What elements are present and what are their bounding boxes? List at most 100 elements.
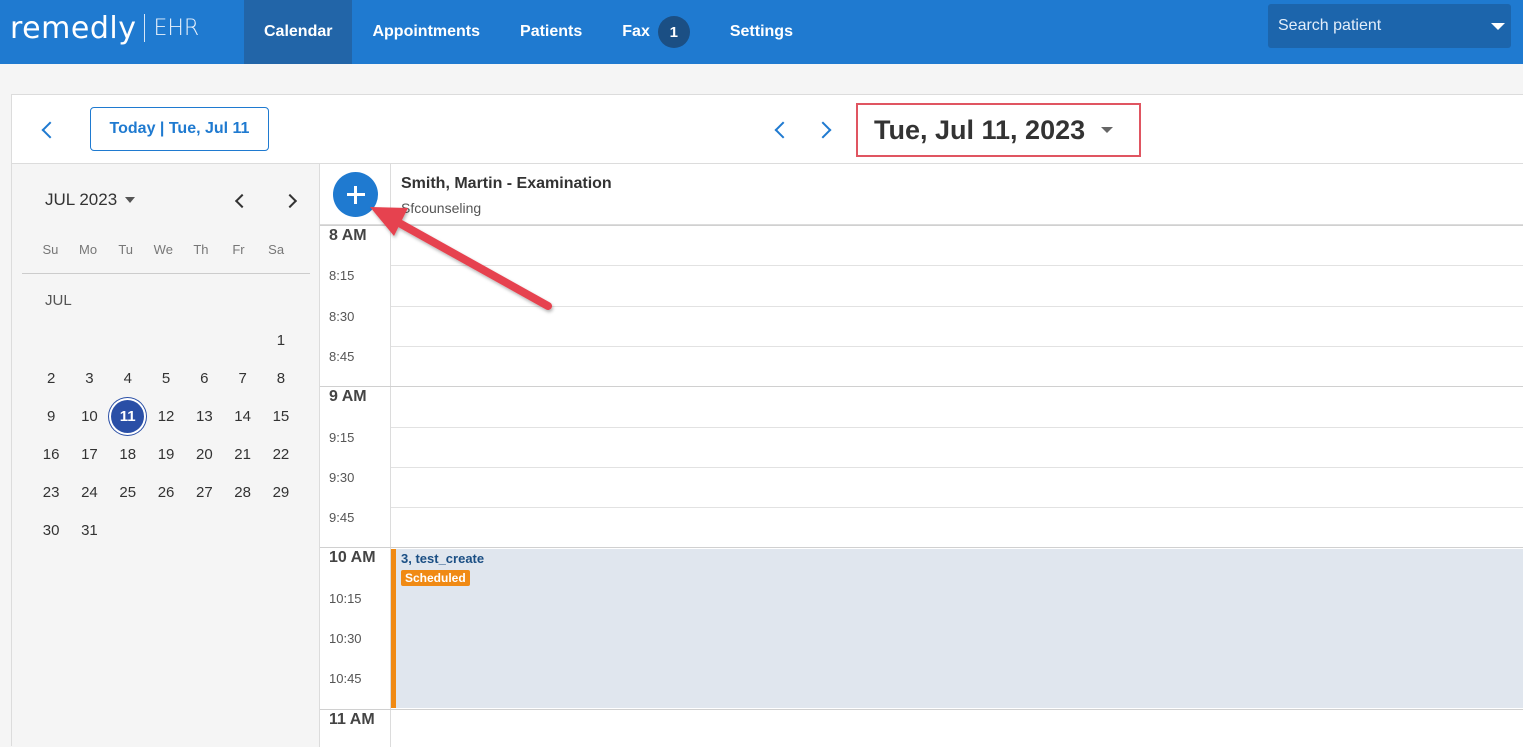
calendar-empty-cell	[185, 511, 223, 549]
time-label: 10:15	[329, 591, 362, 606]
calendar-day-number: 9	[46, 407, 56, 425]
hour-gridline	[320, 547, 1523, 548]
calendar-day-number: 21	[234, 445, 251, 463]
weekday-label: Su	[42, 242, 59, 257]
calendar-day-number: 15	[272, 407, 290, 425]
main-nav: Calendar Appointments Patients Fax 1 Set…	[244, 0, 813, 64]
calendar-day[interactable]: 5	[147, 359, 185, 397]
calendar-day-number: 8	[276, 369, 286, 387]
calendar-day-selected[interactable]: 11	[109, 397, 147, 435]
next-day-icon[interactable]	[814, 121, 832, 139]
time-label: 8:15	[329, 268, 355, 283]
current-date-selector[interactable]: Tue, Jul 11, 2023	[856, 103, 1141, 157]
weekday-label: Tu	[118, 242, 134, 257]
calendar-day[interactable]: 27	[185, 473, 223, 511]
nav-calendar[interactable]: Calendar	[244, 0, 353, 64]
calendar-day[interactable]: 18	[109, 435, 147, 473]
calendar-day[interactable]: 31	[70, 511, 108, 549]
calendar-empty-cell	[32, 321, 70, 359]
add-appointment-button[interactable]	[333, 172, 378, 217]
calendar-day[interactable]: 17	[70, 435, 108, 473]
nav-patients[interactable]: Patients	[500, 0, 602, 64]
calendar-empty-cell	[223, 321, 261, 359]
hour-gridline	[320, 709, 1523, 710]
fax-count-badge: 1	[657, 16, 690, 48]
time-label: 11 AM	[329, 711, 375, 728]
calendar-day[interactable]: 2	[32, 359, 70, 397]
slot-gridline	[391, 346, 1523, 347]
calendar-day[interactable]: 23	[32, 473, 70, 511]
calendar-day[interactable]: 26	[147, 473, 185, 511]
nav-fax[interactable]: Fax 1	[602, 0, 710, 64]
weekday-label: We	[153, 242, 173, 257]
calendar-day-number: 6	[200, 369, 209, 387]
calendar-empty-cell	[70, 321, 108, 359]
calendar-day-number: 10	[81, 407, 98, 425]
weekday-label: Fr	[232, 242, 245, 257]
calendar-day[interactable]: 1	[262, 321, 300, 359]
month-picker[interactable]: JUL 2023	[45, 190, 136, 210]
calendar-day[interactable]: 30	[32, 511, 70, 549]
calendar-day-number: 2	[46, 369, 56, 387]
chevron-down-icon[interactable]	[1491, 22, 1505, 30]
week-row: 30 31	[32, 511, 301, 549]
app-logo[interactable]: remedly EHR	[10, 8, 199, 48]
calendar-day-number: 27	[195, 483, 213, 501]
week-row: 1	[32, 321, 301, 359]
divider	[22, 273, 310, 274]
calendar-day[interactable]: 15	[262, 397, 300, 435]
calendar-day[interactable]: 29	[262, 473, 300, 511]
next-month-icon[interactable]	[282, 193, 298, 209]
nav-appointments[interactable]: Appointments	[352, 0, 500, 64]
calendar-day[interactable]: 16	[32, 435, 70, 473]
patient-search[interactable]	[1268, 4, 1511, 48]
calendar-day[interactable]: 9	[32, 397, 70, 435]
calendar-day[interactable]: 24	[70, 473, 108, 511]
calendar-day[interactable]: 3	[70, 359, 108, 397]
calendar-day-number: 13	[195, 407, 213, 425]
top-navigation-bar: remedly EHR Calendar Appointments Patien…	[0, 0, 1523, 64]
time-label: 8:45	[329, 349, 355, 364]
chevron-left-icon[interactable]	[41, 121, 59, 139]
calendar-day[interactable]: 14	[223, 397, 261, 435]
calendar-day[interactable]: 19	[147, 435, 185, 473]
calendar-day[interactable]: 6	[185, 359, 223, 397]
calendar-day[interactable]: 8	[262, 359, 300, 397]
calendar-day-number: 25	[119, 483, 137, 501]
previous-month-icon[interactable]	[234, 193, 250, 209]
today-button[interactable]: Today | Tue, Jul 11	[90, 107, 269, 151]
calendar-day-number: 7	[238, 369, 247, 387]
calendar-empty-cell	[147, 321, 185, 359]
calendar-day[interactable]: 22	[262, 435, 300, 473]
time-label: 10:30	[329, 631, 362, 646]
week-row: 16 17 18 19 20 21 22	[32, 435, 301, 473]
slot-gridline	[391, 507, 1523, 508]
calendar-day[interactable]: 12	[147, 397, 185, 435]
calendar-day[interactable]: 13	[185, 397, 223, 435]
provider-location: Sfcounseling	[401, 200, 482, 216]
time-label: 9:30	[329, 470, 355, 485]
calendar-day-number: 4	[123, 369, 132, 387]
calendar-day-number: 5	[161, 369, 171, 387]
calendar-day-number: 3	[85, 369, 94, 387]
current-date-label: Tue, Jul 11, 2023	[874, 114, 1086, 145]
calendar-day-number: 16	[42, 445, 60, 463]
calendar-day[interactable]: 21	[223, 435, 261, 473]
time-label: 8:30	[329, 309, 355, 324]
calendar-day[interactable]: 20	[185, 435, 223, 473]
previous-day-icon[interactable]	[774, 121, 792, 139]
calendar-day[interactable]: 10	[70, 397, 108, 435]
calendar-day[interactable]: 28	[223, 473, 261, 511]
search-input[interactable]	[1278, 17, 1485, 35]
weekday-header: Su Mo Tu We Th Fr Sa	[32, 242, 310, 257]
time-label: 9:15	[329, 430, 355, 445]
calendar-day[interactable]: 7	[223, 359, 261, 397]
day-grid: 1 2 3 4 5 6 7 8 9 10 11 12 13 14 15 16 17 18 19 20 21 22 23 24 2…	[32, 321, 301, 549]
calendar-day-number: 12	[157, 407, 175, 425]
nav-settings[interactable]: Settings	[710, 0, 813, 64]
calendar-day[interactable]: 4	[109, 359, 147, 397]
appointment-block[interactable]: 3, test_create Scheduled	[391, 549, 1523, 708]
calendar-day-number: 19	[157, 445, 175, 463]
day-schedule: Smith, Martin - Examination Sfcounseling…	[320, 164, 1523, 747]
calendar-day[interactable]: 25	[109, 473, 147, 511]
